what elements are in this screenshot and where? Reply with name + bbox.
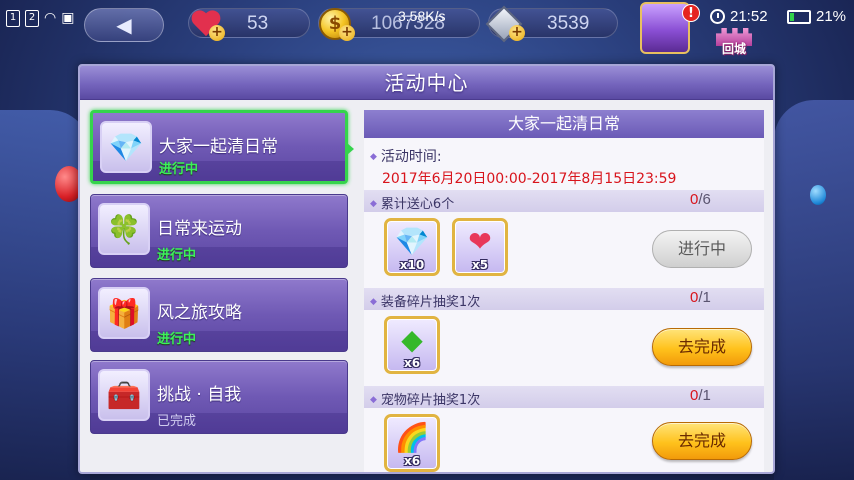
task-progress: 0/1	[690, 387, 711, 404]
heart-plus-icon: +	[185, 7, 229, 43]
activity-name: 日常来运动	[157, 219, 242, 239]
activity-item-1[interactable]: 🍀 日常来运动 进行中	[90, 194, 348, 268]
rainbow-cloud-icon: 🌈	[394, 421, 430, 454]
back-button[interactable]: ◀	[84, 8, 164, 42]
activity-item-0[interactable]: 💎 大家一起清日常 进行中	[90, 110, 354, 184]
alarm-clock-icon	[710, 9, 725, 24]
sim2-icon: 2	[25, 10, 39, 27]
battery-percent: 21%	[816, 8, 847, 25]
blue-balloon-icon	[810, 185, 826, 205]
detail-title: 大家一起清日常	[364, 110, 764, 138]
activity-name: 大家一起清日常	[159, 137, 278, 157]
hearts-count: 53	[247, 13, 269, 34]
purple-crystal-icon: 💎	[100, 121, 152, 173]
battery-icon	[787, 10, 811, 24]
activity-status: 进行中	[157, 332, 197, 347]
reward-item[interactable]: ◆ x6	[384, 316, 440, 374]
activity-time-label: 活动时间:	[370, 146, 442, 166]
reward-item[interactable]: 🌈 x6	[384, 414, 440, 472]
notification-alert-icon: !	[682, 4, 700, 22]
go-complete-button[interactable]: 去完成	[652, 328, 752, 366]
task-header: 宠物碎片抽奖1次 0/1	[364, 386, 764, 408]
activity-status: 进行中	[159, 162, 199, 177]
diamond-plus-icon: +	[485, 5, 529, 43]
sim1-icon: 1	[6, 10, 20, 27]
return-town-label: 回城	[721, 42, 746, 56]
background-scenery-left	[0, 110, 90, 480]
task-label: 装备碎片抽奖1次	[370, 291, 480, 310]
image-notification-icon: ▣	[61, 10, 75, 26]
activity-name: 挑战 · 自我	[157, 385, 242, 405]
reward-quantity: x6	[403, 454, 421, 468]
system-status-icons: 1 2 ◠ ▣	[6, 10, 74, 27]
in-progress-button[interactable]: 进行中	[652, 230, 752, 268]
activity-detail: 大家一起清日常 活动时间: 2017年6月20日00:00-2017年8月15日…	[364, 110, 764, 472]
system-clock: 21:52	[710, 8, 768, 25]
reward-item[interactable]: ❤ x5	[452, 218, 508, 276]
green-gem-icon: ◆	[401, 323, 423, 356]
gift-box-icon: 🎁	[98, 287, 150, 339]
return-town-button[interactable]: 回城	[712, 28, 756, 56]
activity-item-2[interactable]: 🎁 风之旅攻略 进行中	[90, 278, 348, 352]
battery-level-fill	[790, 13, 795, 21]
task-header: 装备碎片抽奖1次 0/1	[364, 288, 764, 310]
activity-name: 风之旅攻略	[157, 303, 242, 323]
reward-item[interactable]: 💎 x10	[384, 218, 440, 276]
reward-quantity: x6	[403, 356, 421, 370]
purple-crystal-icon: 💎	[394, 225, 430, 258]
back-arrow-icon: ◀	[116, 13, 132, 37]
top-bar: 1 2 ◠ ▣ ◀ + 53 $ + 1067328 3.58K/s + 3539…	[0, 0, 854, 56]
activity-status: 已完成	[157, 414, 197, 429]
task-label: 宠物碎片抽奖1次	[370, 389, 480, 408]
hearts-resource[interactable]: + 53	[188, 8, 310, 41]
gold-coin-plus-icon: $ +	[315, 7, 359, 43]
reward-quantity: x10	[399, 258, 425, 272]
selected-arrow-icon	[347, 143, 354, 155]
diamonds-resource[interactable]: + 3539	[485, 5, 618, 43]
wifi-icon: ◠	[44, 10, 57, 26]
task-progress: 0/1	[690, 289, 711, 306]
network-speed: 3.58K/s	[398, 8, 446, 24]
background-scenery-right	[774, 100, 854, 480]
clock-time: 21:52	[730, 8, 768, 25]
go-complete-button[interactable]: 去完成	[652, 422, 752, 460]
gem-chest-icon: 🧰	[98, 369, 150, 421]
activity-time-value: 2017年6月20日00:00-2017年8月15日23:59	[382, 171, 677, 187]
clover-icon: 🍀	[98, 203, 150, 255]
activity-status: 进行中	[157, 248, 197, 263]
panel-title: 活动中心	[80, 66, 773, 100]
task-label: 累计送心6个	[370, 193, 454, 212]
diamonds-count: 3539	[547, 13, 590, 34]
task-progress: 0/6	[690, 191, 711, 208]
reward-quantity: x5	[471, 258, 489, 272]
task-header: 累计送心6个 0/6	[364, 190, 764, 212]
activity-center-panel: 活动中心 💎 大家一起清日常 进行中 🍀 日常来运动 进行中 🎁 风之旅攻略 进…	[78, 64, 775, 474]
activity-item-3[interactable]: 🧰 挑战 · 自我 已完成	[90, 360, 348, 434]
heart-icon: ❤	[468, 225, 492, 258]
